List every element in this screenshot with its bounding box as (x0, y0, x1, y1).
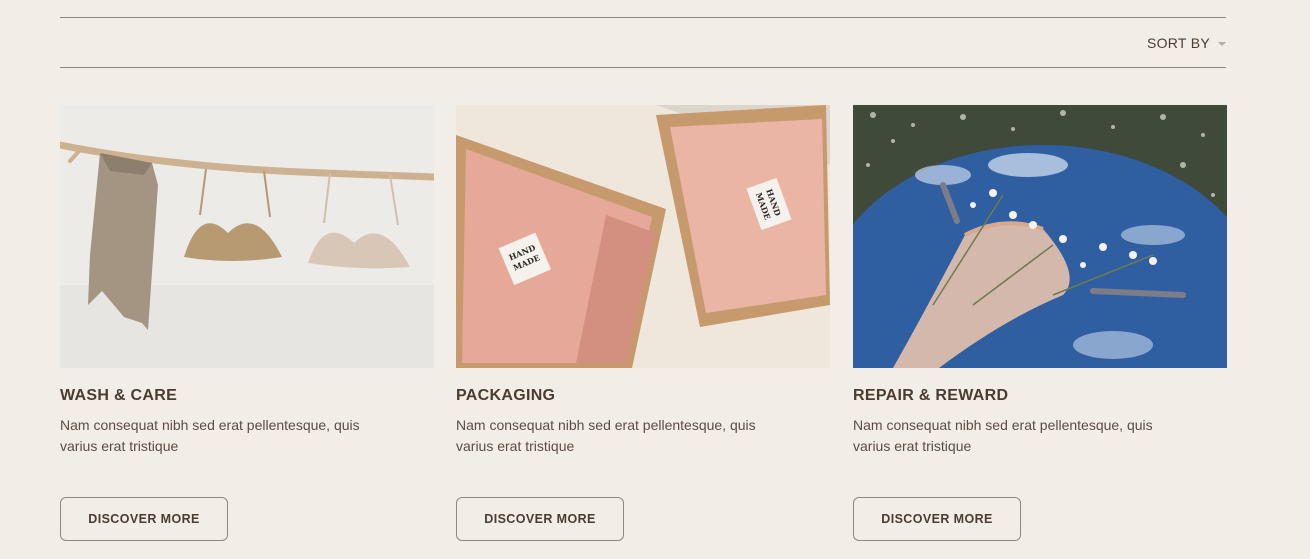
card-description: Nam consequat nibh sed erat pellentesque… (456, 417, 756, 454)
card-image[interactable]: HAND MADE HAND MADE (456, 105, 830, 368)
page: SORT BY WASH & CARE Nam consequat nibh s… (0, 0, 1310, 559)
sort-by-dropdown[interactable]: SORT BY (1147, 35, 1226, 51)
discover-more-button[interactable]: DISCOVER MORE (60, 497, 228, 541)
card-wash-care: WASH & CARE Nam consequat nibh sed erat … (60, 105, 434, 541)
bottom-divider (60, 67, 1226, 68)
bralettes-on-branch-image (60, 105, 434, 368)
handmade-boxes-image: HAND MADE HAND MADE (456, 105, 830, 368)
card-packaging: HAND MADE HAND MADE PACKAGING Nam conseq… (456, 105, 830, 541)
mirror-garment-image (853, 105, 1227, 368)
card-title: PACKAGING (456, 387, 556, 404)
card-image[interactable] (853, 105, 1227, 368)
sort-by-label: SORT BY (1146, 35, 1210, 51)
card-title: WASH & CARE (60, 387, 178, 404)
card-description: Nam consequat nibh sed erat pellentesque… (60, 417, 360, 454)
discover-more-button[interactable]: DISCOVER MORE (853, 497, 1021, 541)
card-image[interactable] (60, 105, 434, 368)
chevron-down-icon (1218, 42, 1226, 46)
top-divider (60, 17, 1226, 18)
discover-more-button[interactable]: DISCOVER MORE (456, 497, 624, 541)
card-repair-reward: REPAIR & REWARD Nam consequat nibh sed e… (853, 105, 1227, 541)
card-description: Nam consequat nibh sed erat pellentesque… (853, 417, 1153, 454)
card-title: REPAIR & REWARD (853, 387, 1009, 404)
